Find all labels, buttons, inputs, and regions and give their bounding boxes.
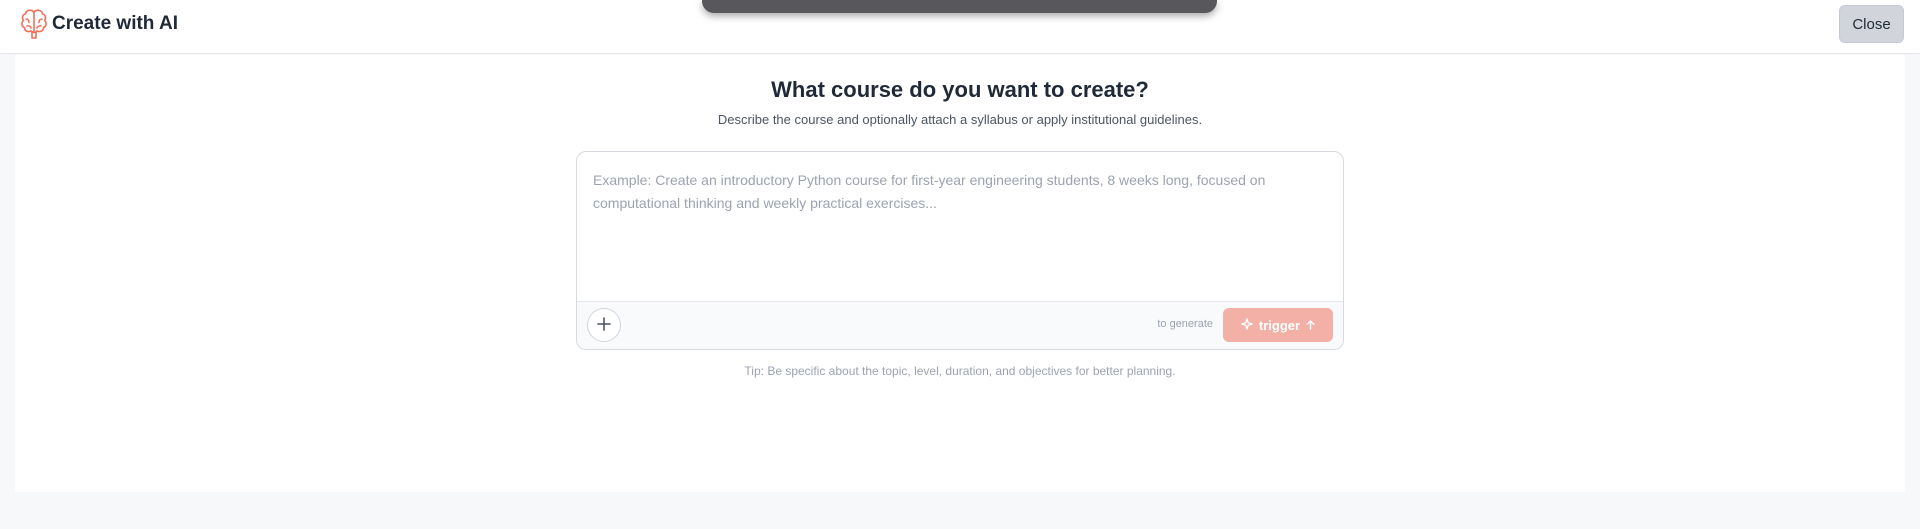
app-title: Create with AI	[52, 13, 178, 34]
course-description-input[interactable]	[577, 152, 1343, 301]
sparkle-icon	[1241, 317, 1253, 333]
close-button[interactable]: Close	[1839, 5, 1904, 43]
planning-tip: Tip: Be specific about the topic, level,…	[744, 364, 1176, 378]
brand: Create with AI	[20, 8, 178, 40]
trigger-label: trigger	[1258, 317, 1301, 333]
page-heading: What course do you want to create?	[771, 77, 1149, 102]
attach-button[interactable]	[587, 308, 621, 342]
arrow-up-icon	[1306, 318, 1315, 333]
page-subheading: Describe the course and optionally attac…	[717, 112, 1203, 127]
composer-footer: to generate trigger	[577, 301, 1343, 349]
prompt-composer: to generate trigger	[576, 151, 1344, 350]
generate-hint: to generate	[1157, 318, 1213, 330]
notification-toast	[702, 0, 1217, 13]
brain-icon	[20, 8, 48, 40]
trigger-button[interactable]: trigger	[1223, 308, 1333, 342]
plus-icon	[597, 316, 611, 334]
